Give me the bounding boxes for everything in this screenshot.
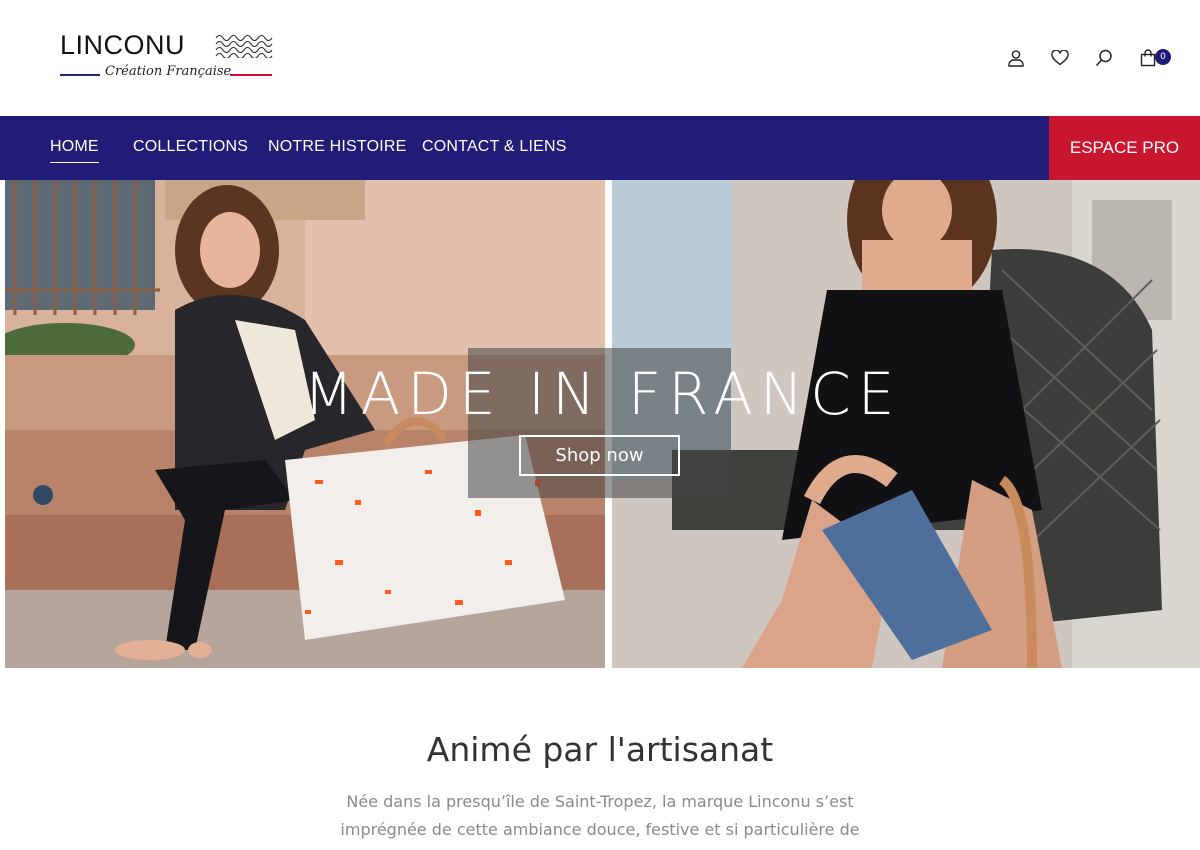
- hero-title: MADE IN FRANCE: [303, 360, 902, 428]
- cart-count-badge: 0: [1155, 49, 1171, 65]
- brand-logo[interactable]: LINCONU Création Française: [60, 30, 280, 86]
- heart-icon: [1051, 50, 1069, 66]
- nav-item-collections[interactable]: COLLECTIONS: [133, 138, 248, 156]
- brand-name: LINCONU: [60, 30, 186, 60]
- espace-pro-button[interactable]: ESPACE PRO: [1049, 116, 1200, 180]
- intro-section: Animé par l'artisanat Née dans la presqu…: [0, 668, 1200, 850]
- search-button[interactable]: [1092, 46, 1116, 70]
- nav-item-home[interactable]: HOME: [50, 138, 99, 163]
- waves-icon: [215, 34, 273, 58]
- shopping-bag-icon: [1140, 49, 1156, 67]
- search-icon: [1095, 49, 1112, 67]
- tagline-rule-blue: [60, 74, 100, 76]
- header-icons: 0: [984, 46, 1171, 70]
- tagline-rule-red: [230, 74, 272, 76]
- site-header: LINCONU Création Française 0: [0, 0, 1200, 116]
- brand-tagline: Création Française: [105, 64, 232, 79]
- user-icon: [1008, 50, 1024, 67]
- section-text: Née dans la presqu’île de Saint-Tropez, …: [340, 792, 860, 839]
- nav-item-notre-histoire[interactable]: NOTRE HISTOIRE: [268, 138, 407, 156]
- cart-button[interactable]: 0: [1136, 46, 1171, 70]
- section-title: Animé par l'artisanat: [426, 730, 774, 769]
- account-button[interactable]: [1004, 46, 1028, 70]
- nav-item-contact-liens[interactable]: CONTACT & LIENS: [422, 138, 567, 156]
- brand-tagline-row: Création Française: [60, 64, 272, 84]
- wishlist-button[interactable]: [1048, 46, 1072, 70]
- hero-banner: MADE IN FRANCE Shop now: [5, 180, 1200, 668]
- main-nav: HOME COLLECTIONS NOTRE HISTOIRE CONTACT …: [0, 116, 1200, 180]
- shop-now-button[interactable]: Shop now: [519, 435, 680, 476]
